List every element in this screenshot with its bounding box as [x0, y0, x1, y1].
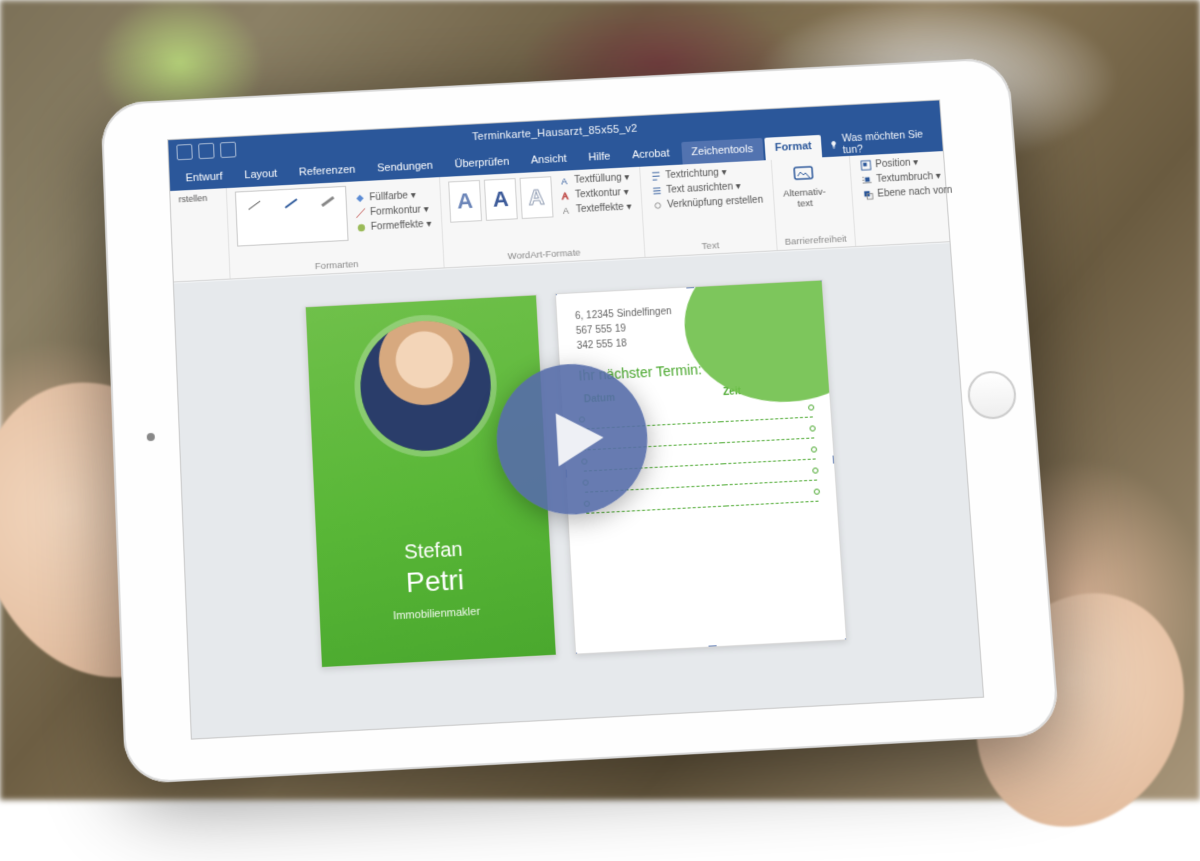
- group-formarten: Füllfarbe ▾ Formkontur ▾ Formeffekte ▾ F…: [227, 177, 445, 278]
- tell-me-label: Was möchten Sie tun?: [842, 128, 937, 156]
- quick-access-toolbar: [176, 142, 236, 161]
- profile-photo: [357, 318, 494, 454]
- wrap-icon: [861, 174, 873, 185]
- lightbulb-icon: [829, 140, 839, 150]
- paint-bucket-icon: [354, 192, 365, 203]
- job-role: Immobilienmakler: [393, 606, 481, 623]
- text-effects-icon: A: [561, 205, 573, 216]
- group-wordart: A A A ATextfüllung ▾ ATextkontur ▾ AText…: [440, 167, 646, 268]
- first-name: Stefan: [404, 539, 463, 565]
- save-icon[interactable]: [176, 144, 192, 160]
- undo-icon[interactable]: [198, 143, 214, 159]
- shape-effects-button[interactable]: Formeffekte ▾: [354, 217, 434, 234]
- svg-text:A: A: [561, 176, 569, 186]
- tab-format[interactable]: Format: [764, 135, 822, 160]
- group-anordnen: Position ▾ Textumbruch ▾ Ebene nach vorn: [850, 150, 966, 246]
- tab-entwurf[interactable]: Entwurf: [175, 165, 233, 190]
- position-icon: [860, 160, 872, 171]
- tab-acrobat[interactable]: Acrobat: [622, 142, 681, 167]
- group-label-barrierefreiheit: Barrierefreiheit: [784, 234, 847, 248]
- text-outline-button[interactable]: ATextkontur ▾: [558, 186, 633, 203]
- tab-ansicht[interactable]: Ansicht: [521, 148, 578, 173]
- text-fill-button[interactable]: ATextfüllung ▾: [557, 171, 632, 188]
- shape-insert-label: rstellen: [178, 192, 218, 204]
- last-name: Petri: [405, 564, 465, 599]
- text-direction-icon: [650, 171, 662, 182]
- redo-icon[interactable]: [220, 142, 237, 158]
- text-fill-icon: A: [559, 175, 571, 186]
- shape-style-gallery[interactable]: [235, 186, 349, 247]
- group-label-text: Text: [653, 238, 769, 255]
- text-outline-icon: A: [560, 190, 572, 201]
- tab-layout[interactable]: Layout: [234, 162, 288, 187]
- bring-forward-icon: [862, 189, 874, 200]
- tablet-device: Terminkarte_Hausarzt_85x55_v2 Entwurf La…: [100, 57, 1060, 784]
- alt-text-button[interactable]: Alternativ- text: [780, 161, 829, 210]
- text-effects-button[interactable]: ATexteffekte ▾: [559, 200, 634, 217]
- play-icon: [542, 404, 612, 474]
- link-icon: [652, 200, 664, 211]
- text-align-icon: [651, 185, 663, 196]
- word-app-screen: Terminkarte_Hausarzt_85x55_v2 Entwurf La…: [167, 99, 984, 739]
- effects-icon: [356, 222, 367, 233]
- wordart-gallery[interactable]: A A A: [448, 176, 553, 222]
- bring-forward-button[interactable]: Ebene nach vorn: [860, 184, 955, 202]
- svg-text:A: A: [563, 206, 571, 216]
- group-barrierefreiheit: Alternativ- text Barrierefreiheit: [771, 156, 856, 250]
- svg-text:A: A: [562, 191, 570, 201]
- group-formen-erstellen: rstellen: [170, 188, 230, 281]
- pencil-icon: [355, 207, 366, 218]
- group-text: Textrichtung ▾ Text ausrichten ▾ Verknüp…: [640, 160, 777, 257]
- alt-text-icon: [790, 162, 815, 187]
- tab-hilfe[interactable]: Hilfe: [578, 145, 621, 170]
